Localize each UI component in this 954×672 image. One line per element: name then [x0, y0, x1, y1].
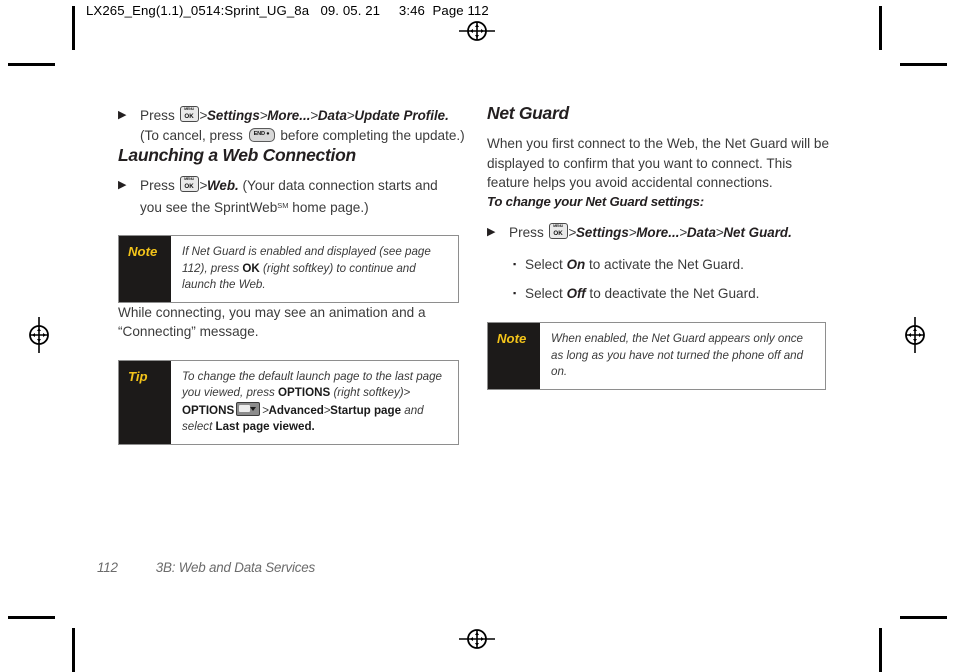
menu-ok-key-icon [179, 176, 199, 192]
step-net-guard-path: ▶ Press >Settings>More...>Data>Net Guard… [487, 222, 837, 243]
tip-callout-body: To change the default launch page to the… [171, 361, 458, 444]
path-separator: > [199, 108, 208, 123]
bullet-select-off: ▪ Select Off to deactivate the Net Guard… [513, 283, 837, 304]
bullet-select-off-body: Select Off to deactivate the Net Guard. [525, 283, 759, 304]
tip-line1: To change the default launch page to the… [182, 369, 413, 383]
path-more: More... [636, 224, 680, 240]
note-callout-label: Note [119, 236, 171, 302]
lead-net-guard-settings: To change your Net Guard settings: [487, 193, 704, 209]
tip-advanced-text: Advanced [268, 403, 324, 417]
registration-target-right [905, 317, 925, 353]
web-step-trailing-line1: (Your data connection starts and [242, 178, 438, 193]
trim-bar-top-right [879, 6, 882, 50]
press-label: Press [509, 224, 544, 240]
page-footer: 112 3B: Web and Data Services [97, 560, 315, 575]
note-callout-body: If Net Guard is enabled and displayed (s… [171, 236, 458, 302]
step-net-guard-body: Press >Settings>More...>Data>Net Guard. [509, 222, 837, 243]
note-right-line1: When enabled, the Net Guard appears only… [551, 332, 804, 345]
registration-target-left [29, 317, 49, 353]
web-step-trailing-line2-pre: you see the SprintWeb [140, 199, 278, 215]
crop-mark-bottom-right [900, 616, 947, 619]
press-label: Press [140, 108, 175, 123]
tip-callout: Tip To change the default launch page to… [118, 359, 459, 445]
heading-net-guard: Net Guard [487, 103, 569, 123]
arrow-bullet-icon: ▶ [487, 225, 496, 238]
note-line3: launch the Web. [182, 278, 266, 291]
press-label: Press [140, 178, 175, 193]
note-line2-pre: 112), press [182, 261, 243, 275]
bullet-on-emphasis: On [566, 257, 586, 272]
tip-line4-pre: select [182, 420, 216, 433]
step-update-profile: ▶ Press >Settings>More...>Data>Update Pr… [118, 106, 468, 145]
arrow-bullet-icon: ▶ [118, 179, 127, 191]
heading-launching-web-connection: Launching a Web Connection [118, 145, 356, 165]
footer-chapter-title: 3B: Web and Data Services [155, 560, 315, 575]
end-key-icon [248, 127, 275, 142]
footer-page-number: 112 [97, 560, 118, 575]
path-separator: > [679, 224, 687, 240]
step-update-profile-body: Press >Settings>More...>Data>Update Prof… [140, 106, 468, 145]
tip-last-page-viewed-text: Last page viewed. [215, 420, 315, 433]
right-column: Net Guard When you first connect to the … [487, 103, 837, 390]
note-ok-softkey-text: OK [242, 261, 260, 275]
cancel-suffix-text: before completing the update.) [280, 127, 465, 143]
square-bullet-icon: ▪ [513, 259, 517, 269]
arrow-bullet-icon: ▶ [118, 109, 127, 121]
path-web: Web. [206, 178, 239, 193]
web-step-trailing-line2-post: home page.) [288, 199, 369, 215]
page-header-imposition-text: LX265_Eng(1.1)_0514:Sprint_UG_8a 09. 05.… [86, 3, 489, 18]
trim-bar-bottom-left [72, 628, 75, 672]
registration-target-top [459, 21, 495, 41]
note-callout-left: Note If Net Guard is enabled and display… [118, 235, 459, 303]
bullet-off-emphasis: Off [566, 286, 586, 301]
path-data: Data [317, 108, 347, 123]
square-bullet-icon: ▪ [513, 288, 517, 298]
bullet-off-post: to deactivate the Net Guard. [585, 286, 760, 301]
note-callout-label: Note [488, 323, 540, 389]
path-settings: Settings [206, 108, 260, 123]
crop-mark-top-right [900, 63, 947, 66]
trim-bar-top-left [72, 6, 75, 50]
note-callout-right: Note When enabled, the Net Guard appears… [487, 322, 826, 390]
left-column: ▶ Press >Settings>More...>Data>Update Pr… [118, 106, 468, 445]
trim-bar-bottom-right [879, 628, 882, 672]
note-right-line2: as long as you have not turned the phone… [551, 348, 781, 362]
paragraph-while-connecting: While connecting, you may see an animati… [118, 304, 426, 340]
bullet-on-post: to activate the Net Guard. [585, 257, 744, 272]
tip-line2-post: (right softkey) [330, 386, 404, 399]
registration-target-bottom [459, 629, 495, 649]
softkey-icon [236, 401, 261, 416]
step-launch-web: ▶ Press >Web. (Your data connection star… [118, 176, 468, 217]
tip-startup-page-text: Startup page [330, 403, 402, 417]
paragraph-net-guard-intro: When you first connect to the Web, the N… [487, 136, 830, 190]
path-separator: > [199, 178, 208, 193]
menu-ok-key-icon [179, 106, 199, 122]
path-settings: Settings [575, 224, 629, 240]
service-mark-symbol: SM [277, 200, 289, 210]
crop-mark-bottom-left [8, 616, 55, 619]
path-update-profile: Update Profile. [354, 108, 449, 123]
path-separator: > [568, 224, 577, 240]
note-callout-body: When enabled, the Net Guard appears only… [540, 323, 825, 389]
cancel-prefix-text: (To cancel, press [140, 127, 243, 143]
path-net-guard: Net Guard. [723, 224, 792, 240]
bullet-off-pre: Select [525, 286, 567, 301]
tip-callout-label: Tip [119, 360, 171, 444]
bullet-select-on: ▪ Select On to activate the Net Guard. [513, 254, 837, 275]
note-line1: If Net Guard is enabled and displayed (s… [182, 245, 431, 258]
tip-line3-italic: and [401, 403, 424, 417]
path-separator: > [310, 108, 318, 123]
note-line2-post: (right softkey) to continue and [259, 261, 416, 275]
bullet-on-pre: Select [525, 257, 567, 272]
path-data: Data [686, 224, 716, 240]
tip-options-text-2: OPTIONS [182, 403, 235, 417]
path-separator: > [403, 386, 411, 399]
bullet-select-on-body: Select On to activate the Net Guard. [525, 254, 744, 275]
crop-mark-top-left [8, 63, 55, 66]
menu-ok-key-icon [548, 222, 568, 239]
tip-options-text-1: OPTIONS [278, 386, 331, 399]
step-launch-web-body: Press >Web. (Your data connection starts… [140, 176, 468, 217]
path-more: More... [267, 108, 311, 123]
